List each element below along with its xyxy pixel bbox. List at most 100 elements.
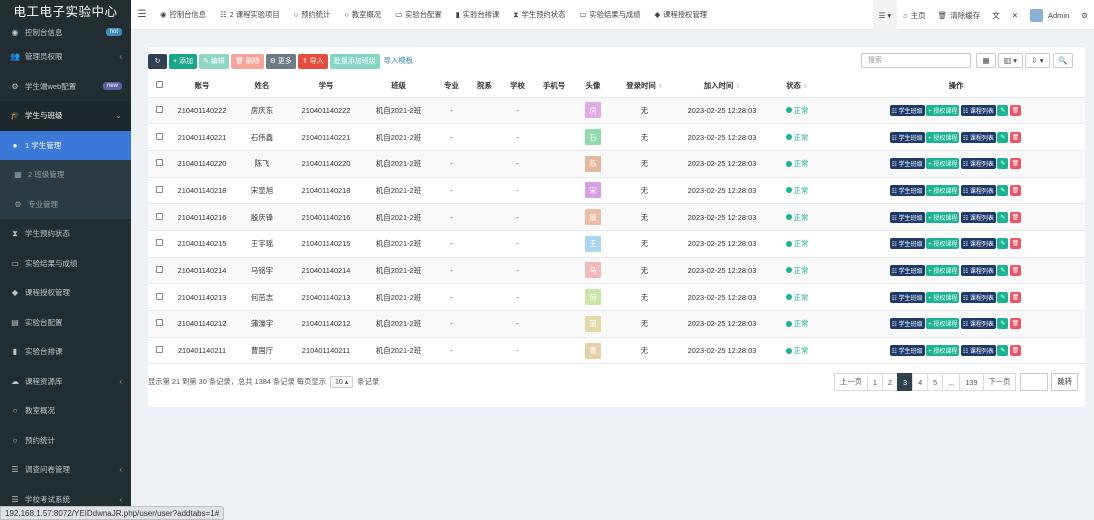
page-link[interactable]: ...: [942, 373, 961, 391]
edit-icon[interactable]: ✎: [997, 104, 1009, 116]
student-class-button[interactable]: ☷ 学生班级: [889, 264, 925, 276]
student-class-button[interactable]: ☷ 学生班级: [889, 211, 925, 223]
delete-icon[interactable]: 🗑: [1009, 238, 1021, 250]
course-list-button[interactable]: ☷ 课程列表: [960, 238, 996, 250]
student-class-button[interactable]: ☷ 学生班级: [889, 291, 925, 303]
sidebar-item[interactable]: ○ 预约统计: [0, 426, 131, 456]
tab-item[interactable]: ○ 教室概况: [337, 0, 388, 30]
delete-icon[interactable]: 🗑: [1009, 131, 1021, 143]
delete-icon[interactable]: 🗑: [1009, 104, 1021, 116]
tab-item[interactable]: ○ 预约统计: [287, 0, 338, 30]
row-checkbox[interactable]: [155, 239, 163, 247]
tabs-menu-button[interactable]: ☰ ▾: [872, 0, 898, 30]
sidebar-item[interactable]: 👥 管理员权限 ‹: [0, 42, 131, 72]
edit-icon[interactable]: ✎: [997, 345, 1009, 357]
grant-course-button[interactable]: + 授权课程: [926, 264, 960, 276]
row-checkbox[interactable]: [155, 132, 163, 140]
student-class-button[interactable]: ☷ 学生班级: [889, 184, 925, 196]
tab-item[interactable]: ▮ 实验台排课: [449, 0, 507, 30]
page-link[interactable]: 5: [927, 373, 944, 391]
row-checkbox[interactable]: [155, 185, 163, 193]
page-link[interactable]: 2: [881, 373, 899, 391]
select-all-checkbox[interactable]: [155, 81, 163, 89]
more-button[interactable]: ⚙ 更多: [265, 53, 296, 69]
search-input[interactable]: 搜索: [861, 53, 971, 68]
grant-course-button[interactable]: + 授权课程: [926, 345, 960, 357]
settings-icon[interactable]: ⚙: [1075, 0, 1094, 30]
sidebar-item[interactable]: ⧗ 学生预约状态: [0, 219, 131, 249]
sort-icon[interactable]: ⇕: [803, 84, 808, 90]
delete-icon[interactable]: 🗑: [1009, 184, 1021, 196]
page-link[interactable]: 139: [959, 373, 984, 391]
grant-course-button[interactable]: + 授权课程: [926, 184, 960, 196]
sidebar-item[interactable]: ☰ 调查问卷管理 ‹: [0, 455, 131, 485]
sidebar-item[interactable]: ▭ 实验结果与成绩: [0, 249, 131, 279]
page-jump-input[interactable]: [1020, 373, 1049, 391]
column-header[interactable]: 加入时间 ⇕: [677, 75, 767, 98]
search-icon[interactable]: 🔍: [1053, 53, 1073, 68]
course-list-button[interactable]: ☷ 课程列表: [960, 264, 996, 276]
home-link[interactable]: ⌂ 主页: [897, 0, 932, 30]
edit-icon[interactable]: ✎: [997, 318, 1009, 330]
student-class-button[interactable]: ☷ 学生班级: [889, 131, 925, 143]
grant-course-button[interactable]: + 授权课程: [926, 131, 960, 143]
edit-icon[interactable]: ✎: [997, 264, 1009, 276]
sort-icon[interactable]: ⇕: [658, 84, 663, 90]
delete-icon[interactable]: 🗑: [1009, 345, 1021, 357]
app-logo-title[interactable]: 电工电子实验中心: [0, 0, 131, 22]
sidebar-item[interactable]: ◆ 课程授权管理: [0, 278, 131, 308]
page-link[interactable]: 下一页: [982, 373, 1017, 391]
edit-icon[interactable]: ✎: [997, 184, 1009, 196]
delete-icon[interactable]: 🗑: [1009, 264, 1021, 276]
row-checkbox[interactable]: [155, 292, 163, 300]
grant-course-button[interactable]: + 授权课程: [926, 104, 960, 116]
sidebar-item[interactable]: ☁ 课程资源库 ‹: [0, 367, 131, 397]
page-link[interactable]: 1: [866, 373, 883, 391]
sidebar-item[interactable]: ▮ 实验台排课: [0, 337, 131, 367]
tab-item[interactable]: ◉ 控制台信息: [153, 0, 213, 30]
column-header[interactable]: 状态 ⇕: [767, 75, 827, 98]
page-link[interactable]: 上一页: [834, 373, 868, 391]
grant-course-button[interactable]: + 授权课程: [926, 238, 960, 250]
sort-icon[interactable]: ⇕: [735, 84, 740, 90]
row-checkbox[interactable]: [155, 212, 163, 220]
sidebar-item[interactable]: ▤ 实验台配置: [0, 308, 131, 338]
page-jump-button[interactable]: 跳转: [1051, 373, 1078, 391]
import-button[interactable]: ⇪ 导入: [297, 53, 328, 69]
edit-icon[interactable]: ✎: [997, 131, 1009, 143]
edit-icon[interactable]: ✎: [997, 158, 1009, 170]
tab-item[interactable]: ◆ 课程授权管理: [648, 0, 715, 30]
delete-icon[interactable]: 🗑: [1009, 291, 1021, 303]
student-class-button[interactable]: ☷ 学生班级: [889, 104, 925, 116]
columns-icon[interactable]: ▥ ▾: [998, 53, 1023, 68]
course-list-button[interactable]: ☷ 课程列表: [960, 318, 996, 330]
tab-item[interactable]: ☷ 2 课程实验项目: [213, 0, 287, 30]
delete-button[interactable]: 🗑 删除: [230, 53, 264, 69]
delete-icon[interactable]: 🗑: [1009, 211, 1021, 223]
sidebar-item[interactable]: ▦ 2 班级管理: [0, 160, 131, 190]
fullscreen-icon[interactable]: ✕: [1006, 0, 1024, 30]
tab-item[interactable]: ▭ 实验结果与成绩: [572, 0, 647, 30]
user-menu[interactable]: Admin: [1024, 0, 1075, 30]
sidebar-toggle-icon[interactable]: ☰: [131, 9, 153, 20]
column-header[interactable]: [148, 75, 170, 98]
page-size-select[interactable]: 10 ▴: [330, 376, 354, 388]
row-checkbox[interactable]: [155, 346, 163, 354]
sidebar-item[interactable]: ⚙ 专业管理: [0, 189, 131, 219]
grant-course-button[interactable]: + 授权课程: [926, 318, 960, 330]
course-list-button[interactable]: ☷ 课程列表: [960, 211, 996, 223]
student-class-button[interactable]: ☷ 学生班级: [889, 318, 925, 330]
toggle-view-icon[interactable]: ▦: [976, 53, 996, 68]
delete-icon[interactable]: 🗑: [1009, 158, 1021, 170]
sidebar-item[interactable]: ○ 教室概况: [0, 396, 131, 426]
student-class-button[interactable]: ☷ 学生班级: [889, 158, 925, 170]
course-list-button[interactable]: ☷ 课程列表: [960, 131, 996, 143]
course-list-button[interactable]: ☷ 课程列表: [960, 184, 996, 196]
student-class-button[interactable]: ☷ 学生班级: [889, 345, 925, 357]
tab-item[interactable]: ⧗ 学生预约状态: [506, 0, 572, 30]
student-class-button[interactable]: ☷ 学生班级: [889, 238, 925, 250]
sidebar-item[interactable]: ● 1 学生管理: [0, 130, 131, 160]
batch-add-class-button[interactable]: 批量添加班级: [329, 53, 380, 69]
row-checkbox[interactable]: [155, 159, 163, 167]
course-list-button[interactable]: ☷ 课程列表: [960, 104, 996, 116]
